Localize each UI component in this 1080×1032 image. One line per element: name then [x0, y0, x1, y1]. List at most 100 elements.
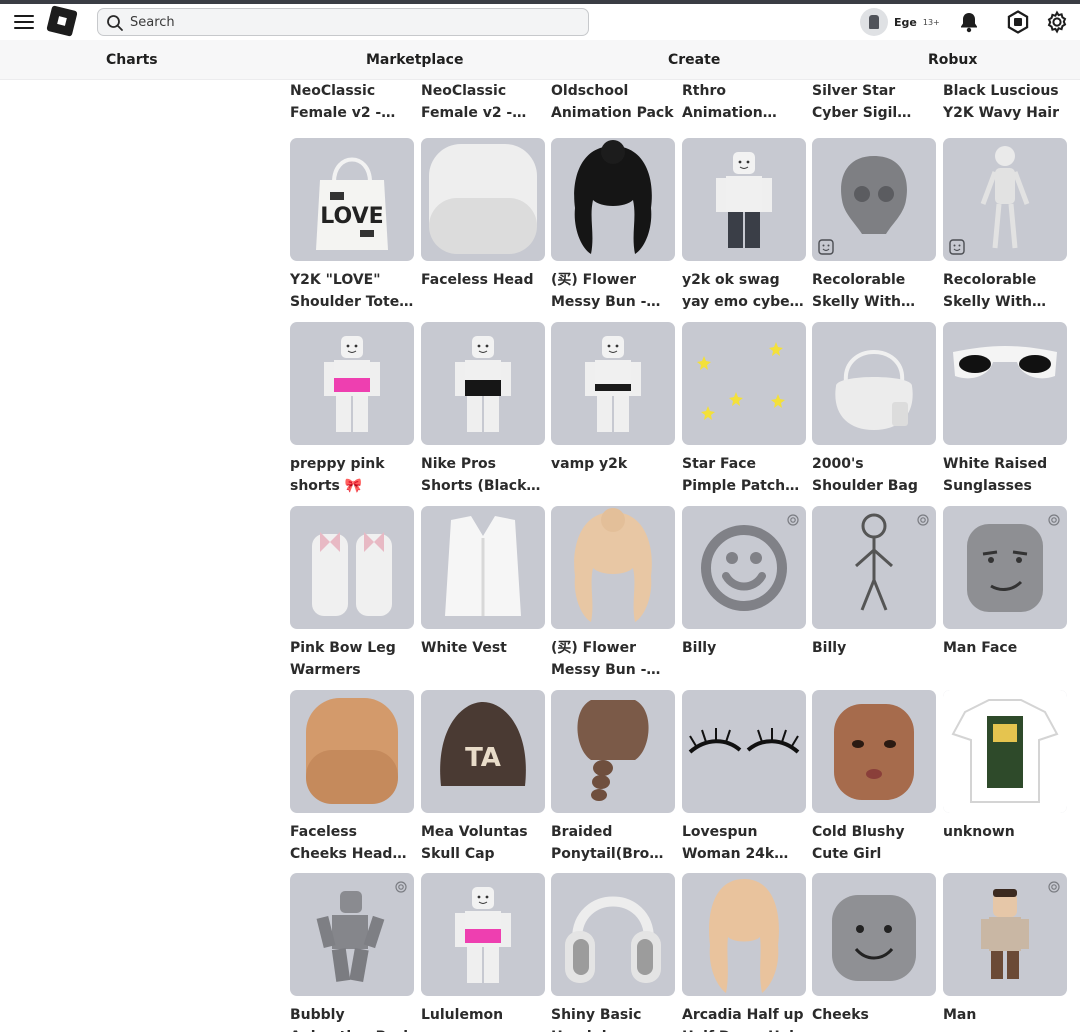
item-title[interactable]: (买) Flower Messy Bun - Black	[551, 269, 675, 313]
item-card[interactable]: Arcadia Half up Half Down Hair	[682, 873, 806, 1032]
item-title[interactable]: Silver Star Cyber Sigil Crown	[812, 80, 936, 124]
item-title[interactable]: NeoClassic Female v2 - Face	[421, 80, 545, 124]
roblox-logo-icon[interactable]	[46, 5, 78, 37]
item-card[interactable]: Pink Bow Leg Warmers	[290, 506, 414, 681]
item-title[interactable]: Nike Pros Shorts (Black) ‼ ✰ ° .	[421, 453, 545, 497]
item-title[interactable]: Cheeks	[812, 1004, 936, 1032]
item-thumbnail[interactable]	[290, 322, 414, 445]
avatar[interactable]	[860, 8, 888, 36]
item-card[interactable]: Nike Pros Shorts (Black) ‼ ✰ ° .	[421, 322, 545, 497]
item-card[interactable]: (买) Flower Messy Bun - Black	[551, 138, 675, 313]
nav-create[interactable]: Create	[668, 52, 720, 68]
item-title[interactable]: Rthro Animation Package	[682, 80, 806, 124]
item-card[interactable]: Oldschool Animation Pack	[551, 80, 675, 124]
nav-robux[interactable]: Robux	[928, 52, 977, 68]
item-title[interactable]: NeoClassic Female v2 - Torso	[290, 80, 414, 124]
item-thumbnail[interactable]: TA	[421, 690, 545, 813]
item-thumbnail[interactable]	[943, 873, 1067, 996]
nav-charts[interactable]: Charts	[106, 52, 158, 68]
item-card[interactable]: Billy	[682, 506, 806, 681]
item-card[interactable]: Cheeks	[812, 873, 936, 1032]
item-card[interactable]: preppy pink shorts 🎀	[290, 322, 414, 497]
item-thumbnail[interactable]	[812, 138, 936, 261]
item-thumbnail[interactable]	[551, 138, 675, 261]
item-title[interactable]: Cold Blushy Cute Girl	[812, 821, 936, 865]
item-title[interactable]: Billy	[812, 637, 936, 681]
item-thumbnail[interactable]	[421, 322, 545, 445]
item-title[interactable]: Lululemon	[421, 1004, 545, 1032]
item-card[interactable]: White Raised Sunglasses	[943, 322, 1067, 497]
item-card[interactable]: Lululemon	[421, 873, 545, 1032]
item-card[interactable]: NeoClassic Female v2 - Torso	[290, 80, 414, 124]
item-card[interactable]: Faceless Head	[421, 138, 545, 313]
item-title[interactable]: Recolorable Skelly With Mask	[812, 269, 936, 313]
item-title[interactable]: vamp y2k	[551, 453, 675, 497]
item-title[interactable]: Faceless Head	[421, 269, 545, 313]
item-thumbnail[interactable]	[551, 873, 675, 996]
item-thumbnail[interactable]	[290, 506, 414, 629]
item-title[interactable]: y2k ok swag yay emo cyber pants	[682, 269, 806, 313]
item-thumbnail[interactable]	[943, 138, 1067, 261]
item-title[interactable]: Bubbly Animation Pack	[290, 1004, 414, 1032]
item-title[interactable]: Y2K "LOVE" Shoulder Tote Bag	[290, 269, 414, 313]
item-card[interactable]: White Vest	[421, 506, 545, 681]
item-card[interactable]: Black Luscious Y2K Wavy Hair	[943, 80, 1067, 124]
item-thumbnail[interactable]	[812, 322, 936, 445]
item-title[interactable]: Braided Ponytail(Brown)	[551, 821, 675, 865]
item-title[interactable]: Faceless Cheeks Head Nougat Skin	[290, 821, 414, 865]
item-thumbnail[interactable]	[943, 690, 1067, 813]
item-thumbnail[interactable]	[682, 138, 806, 261]
item-card[interactable]: (买) Flower Messy Bun - Blonde	[551, 506, 675, 681]
item-thumbnail[interactable]	[551, 322, 675, 445]
settings-gear-icon[interactable]	[1047, 512, 1061, 526]
item-card[interactable]: unknown	[943, 690, 1067, 865]
item-thumbnail[interactable]	[682, 322, 806, 445]
item-thumbnail[interactable]	[682, 690, 806, 813]
item-card[interactable]: Cold Blushy Cute Girl	[812, 690, 936, 865]
item-thumbnail[interactable]	[812, 873, 936, 996]
item-thumbnail[interactable]	[551, 506, 675, 629]
item-title[interactable]: Star Face Pimple Patch Stickers - Yellow	[682, 453, 806, 497]
item-card[interactable]: Lovespun Woman 24k Bold Lashes	[682, 690, 806, 865]
item-card[interactable]: Rthro Animation Package	[682, 80, 806, 124]
item-thumbnail[interactable]: LOVE	[290, 138, 414, 261]
settings-gear-icon[interactable]	[1047, 879, 1061, 893]
item-thumbnail[interactable]	[682, 873, 806, 996]
item-title[interactable]: unknown	[943, 821, 1067, 865]
item-card[interactable]: Man	[943, 873, 1067, 1032]
item-thumbnail[interactable]	[551, 690, 675, 813]
item-title[interactable]: White Vest	[421, 637, 545, 681]
item-card[interactable]: 2000's Shoulder Bag	[812, 322, 936, 497]
item-card[interactable]: Star Face Pimple Patch Stickers - Yellow	[682, 322, 806, 497]
item-thumbnail[interactable]	[290, 690, 414, 813]
item-thumbnail[interactable]	[421, 873, 545, 996]
item-card[interactable]: Silver Star Cyber Sigil Crown	[812, 80, 936, 124]
item-title[interactable]: White Raised Sunglasses	[943, 453, 1067, 497]
item-thumbnail[interactable]	[421, 138, 545, 261]
search-box[interactable]	[97, 8, 589, 36]
item-card[interactable]: Recolorable Skelly With Suit	[943, 138, 1067, 313]
settings-button[interactable]	[1043, 8, 1071, 36]
notifications-button[interactable]	[955, 8, 983, 36]
robux-button[interactable]	[1004, 8, 1032, 36]
item-card[interactable]: vamp y2k	[551, 322, 675, 497]
item-card[interactable]: Braided Ponytail(Brown)	[551, 690, 675, 865]
item-title[interactable]: Black Luscious Y2K Wavy Hair	[943, 80, 1067, 124]
item-title[interactable]: Recolorable Skelly With Suit	[943, 269, 1067, 313]
item-title[interactable]: Lovespun Woman 24k Bold Lashes	[682, 821, 806, 865]
item-title[interactable]: Man Face	[943, 637, 1067, 681]
item-thumbnail[interactable]	[812, 506, 936, 629]
settings-gear-icon[interactable]	[394, 879, 408, 893]
item-title[interactable]: Oldschool Animation Pack	[551, 80, 675, 124]
item-card[interactable]: Man Face	[943, 506, 1067, 681]
settings-gear-icon[interactable]	[786, 512, 800, 526]
item-thumbnail[interactable]	[812, 690, 936, 813]
user-profile[interactable]: Ege 13+	[860, 7, 940, 37]
item-thumbnail[interactable]	[943, 322, 1067, 445]
search-input[interactable]	[130, 12, 570, 32]
menu-icon[interactable]	[14, 11, 36, 31]
item-thumbnail[interactable]	[290, 873, 414, 996]
item-card[interactable]: Shiny Basic Headphones	[551, 873, 675, 1032]
item-card[interactable]: Faceless Cheeks Head Nougat Skin	[290, 690, 414, 865]
item-thumbnail[interactable]	[421, 506, 545, 629]
